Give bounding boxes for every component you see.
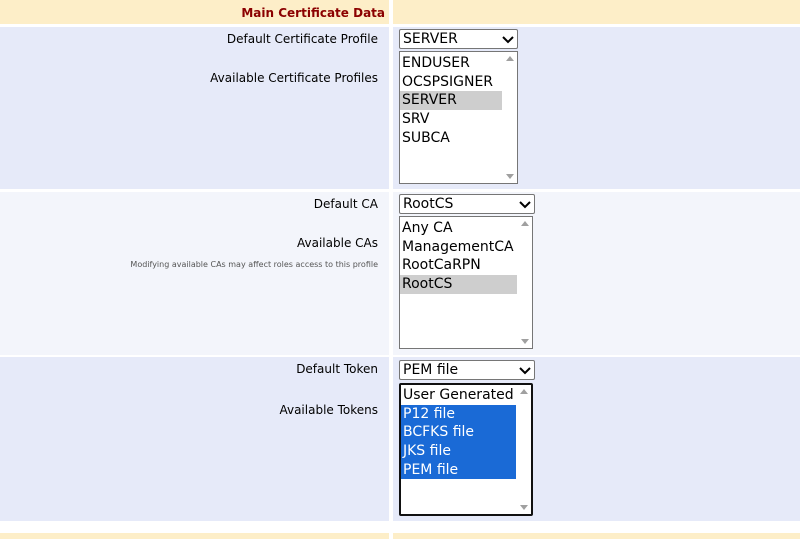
- scroll-up-arrow-icon[interactable]: [521, 220, 529, 226]
- list-option[interactable]: JKS file: [401, 442, 516, 461]
- scroll-up-arrow-icon[interactable]: [520, 388, 528, 394]
- chevron-down-icon: [519, 201, 531, 209]
- available-cas-hint: Modifying available CAs may affect roles…: [130, 260, 378, 269]
- default-token-label: Default Token: [296, 362, 378, 376]
- default-ca-value: RootCS: [403, 196, 454, 212]
- available-tokens-list[interactable]: User Generated P12 file BCFKS file JKS file…: [399, 383, 533, 516]
- listbox-scrollbar[interactable]: [518, 217, 532, 348]
- section-title: Main Certificate Data: [241, 6, 385, 20]
- list-option[interactable]: RootCaRPN: [400, 256, 517, 275]
- list-option[interactable]: BCFKS file: [401, 423, 516, 443]
- available-tokens-label: Available Tokens: [279, 403, 378, 417]
- default-certificate-profile-label: Default Certificate Profile: [226, 32, 378, 46]
- list-option[interactable]: RootCS: [400, 275, 517, 294]
- list-option[interactable]: ManagementCA: [400, 238, 517, 257]
- chevron-down-icon: [502, 36, 514, 44]
- list-option[interactable]: SERVER: [400, 91, 502, 111]
- scroll-down-arrow-icon[interactable]: [521, 339, 529, 345]
- default-token-select[interactable]: PEM file: [399, 360, 535, 380]
- default-ca-select[interactable]: RootCS: [399, 194, 535, 214]
- list-option[interactable]: User Generated: [401, 386, 516, 405]
- scroll-down-arrow-icon[interactable]: [520, 505, 528, 511]
- default-ca-label: Default CA: [313, 197, 378, 211]
- default-certificate-profile-value: SERVER: [403, 31, 458, 47]
- available-cas-label: Available CAs: [297, 236, 378, 250]
- section-header-row: Main Certificate Data: [0, 0, 800, 24]
- default-certificate-profile-select[interactable]: SERVER: [399, 29, 518, 49]
- list-option[interactable]: SRV: [400, 110, 502, 129]
- list-option[interactable]: ENDUSER: [400, 54, 502, 73]
- default-token-value: PEM file: [403, 362, 459, 378]
- available-certificate-profiles-list[interactable]: ENDUSER OCSPSIGNER SERVER SRV SUBCA: [399, 51, 518, 184]
- list-option[interactable]: SUBCA: [400, 129, 502, 148]
- listbox-scrollbar[interactable]: [503, 52, 517, 183]
- scroll-up-arrow-icon[interactable]: [506, 55, 514, 61]
- scroll-down-arrow-icon[interactable]: [506, 174, 514, 180]
- certificate-profiles-row: Default Certificate Profile Available Ce…: [0, 27, 800, 189]
- available-certificate-profiles-label: Available Certificate Profiles: [210, 71, 378, 85]
- listbox-scrollbar[interactable]: [517, 385, 531, 514]
- tokens-row: Default Token Available Tokens PEM file …: [0, 357, 800, 521]
- list-option[interactable]: P12 file: [401, 404, 516, 424]
- chevron-down-icon: [519, 367, 531, 375]
- next-section-header-row: [0, 533, 800, 539]
- list-option[interactable]: Any CA: [400, 219, 517, 238]
- list-option[interactable]: PEM file: [401, 460, 516, 480]
- list-option[interactable]: OCSPSIGNER: [400, 73, 502, 92]
- available-cas-list[interactable]: Any CA ManagementCA RootCaRPN RootCS: [399, 216, 533, 349]
- certificate-authorities-row: Default CA Available CAs Modifying avail…: [0, 192, 800, 355]
